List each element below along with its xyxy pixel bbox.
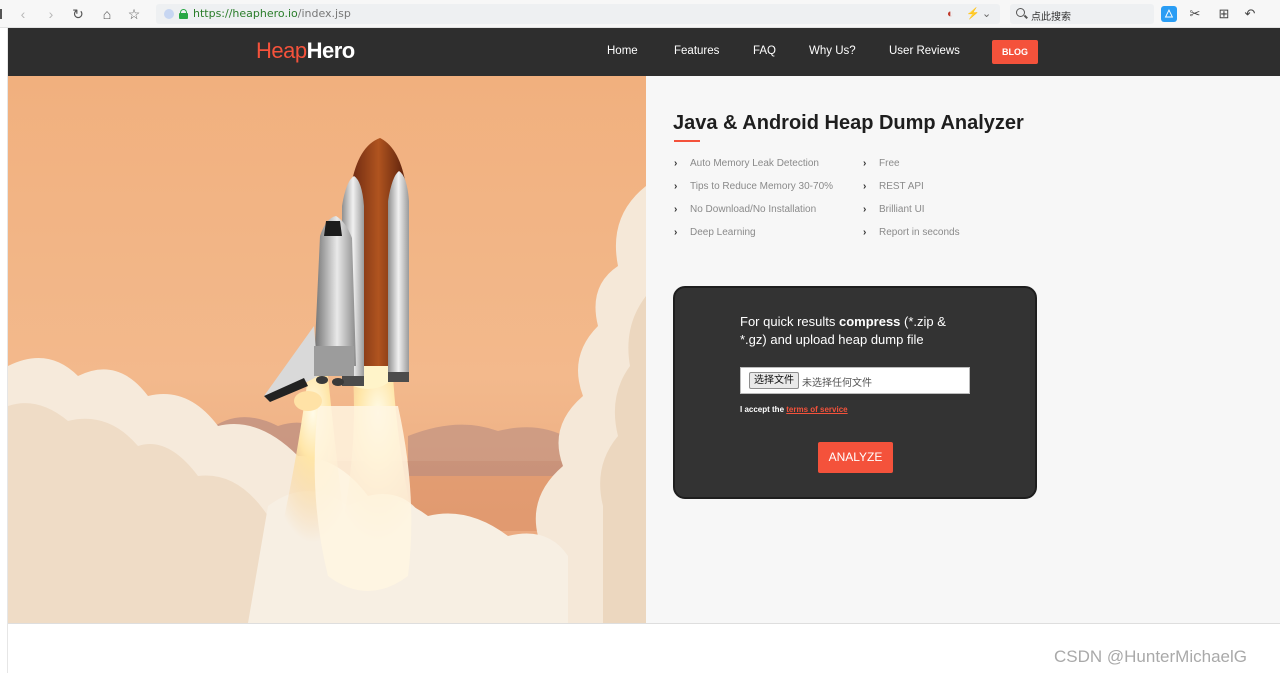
shield-icon[interactable]: ◐ (947, 8, 954, 20)
browser-toolbar: ‹ › ↻ ⌂ ☆ https://heaphero.io/index.jsp … (0, 0, 1280, 28)
page-title: Java & Android Heap Dump Analyzer (673, 112, 1024, 134)
site-info-icon[interactable] (164, 9, 174, 19)
feature-item: › Report in seconds (863, 227, 960, 238)
grid-apps-icon[interactable]: ⊞ (1216, 6, 1232, 22)
site-header: HeapHero Home Features FAQ Why Us? User … (8, 28, 1280, 76)
chevron-right-icon: › (674, 181, 678, 192)
search-placeholder: 点此搜索 (1031, 12, 1071, 23)
url-text: https://heaphero.io/index.jsp (193, 7, 351, 20)
feature-item: › Tips to Reduce Memory 30-70% (674, 181, 834, 192)
bookmark-star-icon[interactable]: ☆ (125, 5, 143, 23)
nav-faq[interactable]: FAQ (753, 45, 776, 57)
secure-lock-icon (179, 9, 188, 19)
chevron-right-icon: › (863, 158, 867, 169)
blog-button[interactable]: BLOG (992, 40, 1038, 64)
section-divider (8, 623, 1280, 624)
upload-instructions: For quick results compress (*.zip & *.gz… (740, 314, 946, 347)
chevron-right-icon: › (674, 204, 678, 215)
lightning-icon[interactable]: ⚡ (966, 8, 980, 20)
file-status-text: 未选择任何文件 (802, 378, 872, 389)
search-icon (1016, 8, 1025, 17)
chevron-right-icon: › (863, 227, 867, 238)
chevron-right-icon: › (863, 181, 867, 192)
nav-why-us[interactable]: Why Us? (809, 45, 856, 57)
window-edge-icon (0, 9, 4, 19)
title-underline (674, 140, 700, 142)
reload-icon[interactable]: ↻ (69, 5, 87, 23)
feature-item: › No Download/No Installation (674, 204, 817, 215)
hero-rocket-image (8, 76, 646, 623)
content-panel: Java & Android Heap Dump Analyzer › Auto … (646, 76, 1280, 623)
feature-item: › Free (863, 158, 900, 169)
terms-acceptance: I accept the terms of service (740, 405, 848, 414)
upload-card: For quick results compress (*.zip & *.gz… (673, 286, 1037, 499)
heap-dump-file-input[interactable]: 选择文件 未选择任何文件 (740, 367, 970, 394)
address-bar[interactable]: https://heaphero.io/index.jsp ◐ ⚡ ⌄ (156, 4, 1000, 24)
feature-item: › Auto Memory Leak Detection (674, 158, 819, 169)
choose-file-button[interactable]: 选择文件 (749, 372, 799, 389)
feature-item: › Deep Learning (674, 227, 756, 238)
terms-of-service-link[interactable]: terms of service (786, 405, 847, 414)
undo-icon[interactable]: ↶ (1242, 6, 1258, 22)
nav-home[interactable]: Home (607, 45, 638, 57)
chevron-right-icon: › (863, 204, 867, 215)
extension-icon[interactable]: △ (1161, 6, 1177, 22)
home-icon[interactable]: ⌂ (98, 5, 116, 23)
back-icon[interactable]: ‹ (14, 5, 32, 23)
analyze-button[interactable]: ANALYZE (818, 442, 893, 473)
window-left-edge (0, 28, 8, 673)
feature-item: › REST API (863, 181, 924, 192)
scissors-icon[interactable]: ✂ (1187, 6, 1203, 22)
nav-user-reviews[interactable]: User Reviews (889, 45, 960, 57)
chevron-right-icon: › (674, 227, 678, 238)
watermark-text: CSDN @HunterMichaelG (1054, 647, 1247, 666)
main-nav: Home Features FAQ Why Us? User Reviews B… (8, 28, 1280, 76)
feature-item: › Brilliant UI (863, 204, 925, 215)
forward-icon[interactable]: › (42, 5, 60, 23)
browser-search-input[interactable]: 点此搜索 (1010, 4, 1154, 24)
chevron-right-icon: › (674, 158, 678, 169)
chevron-down-icon[interactable]: ⌄ (982, 8, 991, 20)
nav-features[interactable]: Features (674, 45, 719, 57)
